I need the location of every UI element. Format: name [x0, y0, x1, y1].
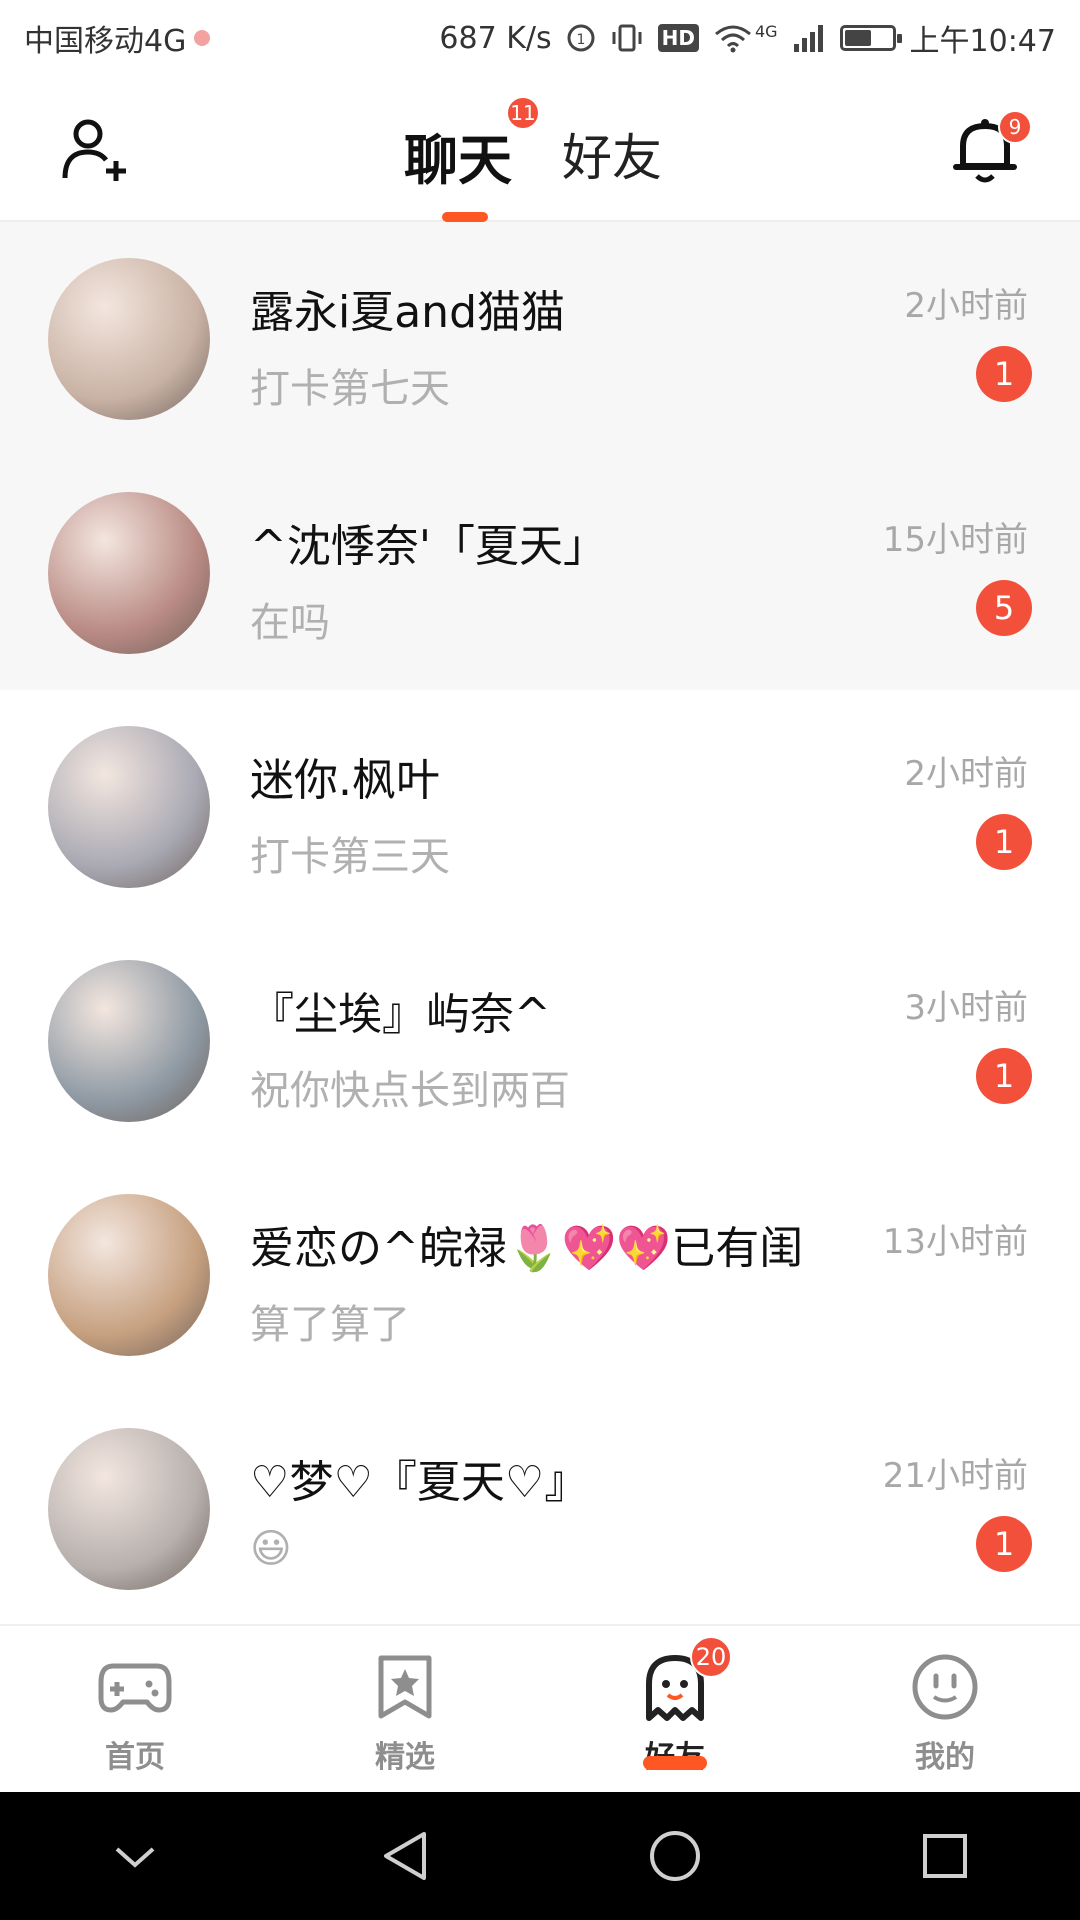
- chat-preview: 祝你快点长到两百: [250, 1068, 570, 1114]
- chat-row[interactable]: 『尘埃』屿奈^ 祝你快点长到两百 3小时前 1: [0, 924, 1080, 1158]
- hide-nav-button[interactable]: [100, 1821, 170, 1891]
- chat-row[interactable]: 爱恋の^皖禄🌷💖💖已有闺 算了算了 13小时前: [0, 1158, 1080, 1392]
- data-saver-icon: 1: [567, 24, 595, 52]
- chat-time: 2小时前: [904, 754, 1028, 794]
- chat-name: ♡梦♡『夏天♡』: [250, 1457, 589, 1508]
- status-left: 中国移动4G: [24, 16, 211, 60]
- chat-row[interactable]: ♡梦♡『夏天♡』 😃 21小时前 1: [0, 1392, 1080, 1626]
- vibrate-icon: [612, 24, 642, 52]
- battery-fill: [844, 30, 871, 46]
- back-button[interactable]: [370, 1821, 440, 1891]
- recents-square-icon: [923, 1834, 967, 1878]
- chat-time: 21小时前: [882, 1456, 1028, 1496]
- back-triangle-icon: [384, 1832, 426, 1880]
- chat-name: 『尘埃』屿奈^: [250, 989, 551, 1040]
- chat-preview: 打卡第三天: [250, 834, 450, 880]
- nav-item-me[interactable]: 我的: [810, 1626, 1080, 1792]
- active-tab-indicator: [442, 212, 488, 222]
- chat-name: ^沈悸奈'「夏天」: [250, 521, 607, 572]
- signal-icon: [793, 25, 823, 52]
- nav-item-home[interactable]: 首页: [0, 1626, 270, 1792]
- system-nav-bar: [0, 1792, 1080, 1920]
- home-circle-icon: [650, 1831, 700, 1881]
- unread-badge: 1: [976, 814, 1032, 870]
- home-button[interactable]: [640, 1821, 710, 1891]
- nav-item-featured[interactable]: 精选: [270, 1626, 540, 1792]
- active-nav-indicator: [643, 1756, 707, 1770]
- chat-time: 3小时前: [904, 988, 1028, 1028]
- nav-label: 首页: [105, 1740, 165, 1775]
- chat-time: 2小时前: [904, 286, 1028, 326]
- notification-dot-icon: [194, 30, 211, 46]
- friends-nav-badge: 20: [690, 1636, 732, 1678]
- wifi-icon: [715, 25, 751, 53]
- tab-chat[interactable]: 聊天: [404, 116, 512, 195]
- nav-label: 我的: [915, 1740, 975, 1775]
- chat-preview: 在吗: [250, 600, 330, 646]
- battery-icon: [839, 25, 902, 51]
- status-bar: 中国移动4G 687 K/s 1 HD 4G 上午10:47: [0, 0, 1080, 76]
- unread-badge: 1: [976, 1516, 1032, 1572]
- chat-time: 15小时前: [882, 520, 1028, 560]
- gamepad-icon: [98, 1663, 172, 1713]
- chat-tab-badge: 11: [506, 96, 540, 130]
- avatar: [48, 1428, 210, 1590]
- top-header: 聊天 11 好友 9: [0, 76, 1080, 222]
- recents-button[interactable]: [910, 1821, 980, 1891]
- chat-row[interactable]: 迷你.枫叶 打卡第三天 2小时前 1: [0, 690, 1080, 924]
- hd-badge: HD: [657, 24, 699, 52]
- chat-preview: 😃: [250, 1526, 292, 1572]
- status-right: 687 K/s 1 HD 4G 上午10:47: [439, 16, 1056, 60]
- chat-time: 13小时前: [882, 1222, 1028, 1262]
- nav-label: 精选: [375, 1740, 435, 1775]
- star-bookmark-icon: [378, 1655, 432, 1719]
- network-speed: 687 K/s: [439, 20, 552, 56]
- clock: 上午10:47: [909, 24, 1056, 59]
- chat-row[interactable]: 露永i夏and猫猫 打卡第七天 2小时前 1: [0, 222, 1080, 456]
- chevron-down-icon: [115, 1847, 155, 1868]
- network-type: 4G: [754, 21, 778, 41]
- unread-badge: 1: [976, 1048, 1032, 1104]
- carrier-label: 中国移动4G: [24, 24, 187, 59]
- chat-preview: 算了算了: [250, 1302, 410, 1348]
- avatar: [48, 960, 210, 1122]
- tab-friends[interactable]: 好友: [562, 118, 662, 190]
- notification-badge: 9: [998, 110, 1032, 144]
- nav-item-friends[interactable]: 好友 20: [540, 1626, 810, 1792]
- chat-name: 露永i夏and猫猫: [250, 287, 566, 338]
- chat-name: 爱恋の^皖禄🌷💖💖已有闺: [250, 1223, 804, 1274]
- chat-preview: 打卡第七天: [250, 366, 450, 412]
- bottom-nav: 首页 精选 好友 20 我的: [0, 1624, 1080, 1792]
- smiley-icon: [912, 1654, 978, 1720]
- avatar: [48, 492, 210, 654]
- chat-row[interactable]: ^沈悸奈'「夏天」 在吗 15小时前 5: [0, 456, 1080, 690]
- chat-list: 露永i夏and猫猫 打卡第七天 2小时前 1 ^沈悸奈'「夏天」 在吗 15小时…: [0, 222, 1080, 1626]
- unread-badge: 1: [976, 346, 1032, 402]
- unread-badge: 5: [976, 580, 1032, 636]
- avatar: [48, 726, 210, 888]
- chat-name: 迷你.枫叶: [250, 755, 440, 806]
- add-friend-icon[interactable]: [60, 116, 130, 186]
- avatar: [48, 258, 210, 420]
- svg-text:1: 1: [576, 32, 585, 48]
- avatar: [48, 1194, 210, 1356]
